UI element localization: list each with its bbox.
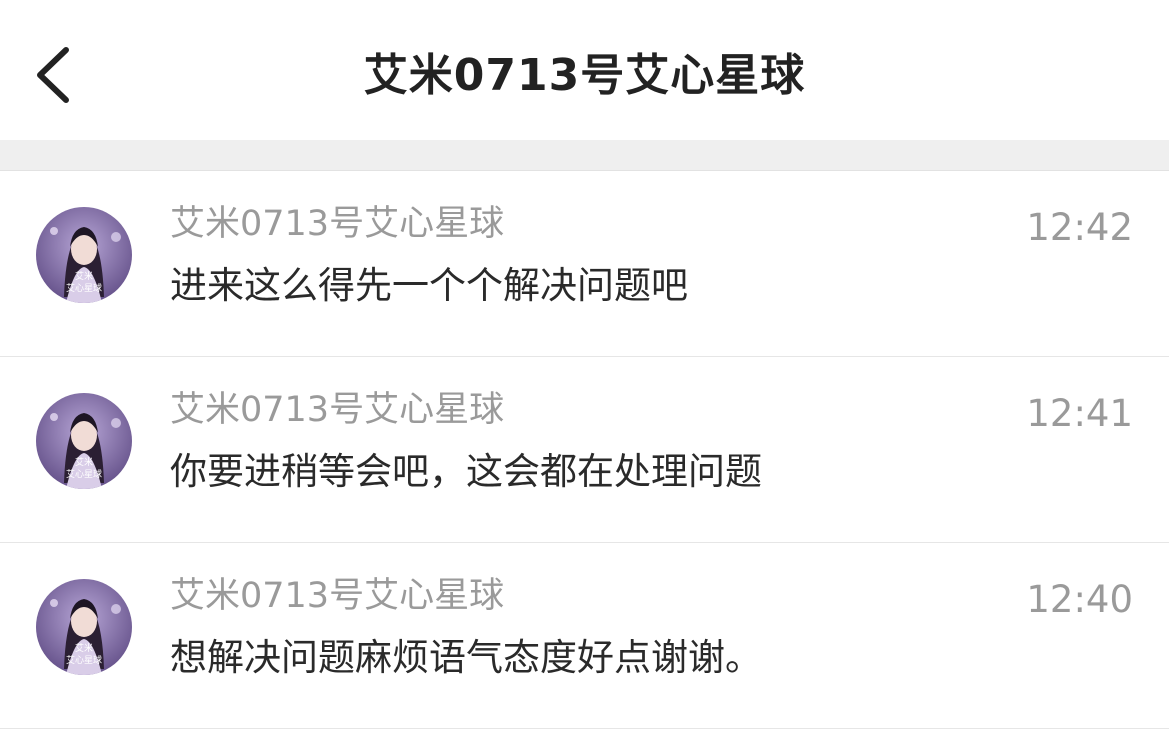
message-time: 12:41 (1026, 392, 1133, 435)
message-time: 12:40 (1026, 578, 1133, 621)
svg-text:艾心星球: 艾心星球 (66, 654, 102, 666)
sender-name: 艾米0713号艾心星球 (170, 204, 505, 244)
message-list: 艾米 艾心星球 艾米0713号艾心星球 12:42 进来这么得先一个个解决问题吧 (0, 171, 1169, 729)
avatar: 艾米 艾心星球 (36, 393, 132, 489)
nav-bar: 艾米0713号艾心星球 (0, 0, 1169, 140)
section-divider (0, 140, 1169, 171)
list-item[interactable]: 艾米 艾心星球 艾米0713号艾心星球 12:41 你要进稍等会吧，这会都在处理… (0, 357, 1169, 543)
svg-text:艾米: 艾米 (75, 642, 93, 654)
message-preview: 你要进稍等会吧，这会都在处理问题 (170, 450, 762, 493)
svg-text:艾米: 艾米 (75, 456, 93, 468)
page-title: 艾米0713号艾心星球 (363, 50, 806, 101)
avatar: 艾米 艾心星球 (36, 207, 132, 303)
list-item[interactable]: 艾米 艾心星球 艾米0713号艾心星球 12:42 进来这么得先一个个解决问题吧 (0, 171, 1169, 357)
sender-name: 艾米0713号艾心星球 (170, 576, 505, 616)
svg-text:艾米: 艾米 (75, 270, 93, 282)
message-preview: 想解决问题麻烦语气态度好点谢谢。 (170, 636, 762, 679)
message-time: 12:42 (1026, 206, 1133, 249)
svg-text:艾心星球: 艾心星球 (66, 468, 102, 480)
svg-text:艾心星球: 艾心星球 (66, 282, 102, 294)
sender-name: 艾米0713号艾心星球 (170, 390, 505, 430)
list-item[interactable]: 艾米 艾心星球 艾米0713号艾心星球 12:40 想解决问题麻烦语气态度好点谢… (0, 543, 1169, 729)
message-preview: 进来这么得先一个个解决问题吧 (170, 264, 688, 307)
avatar: 艾米 艾心星球 (36, 579, 132, 675)
